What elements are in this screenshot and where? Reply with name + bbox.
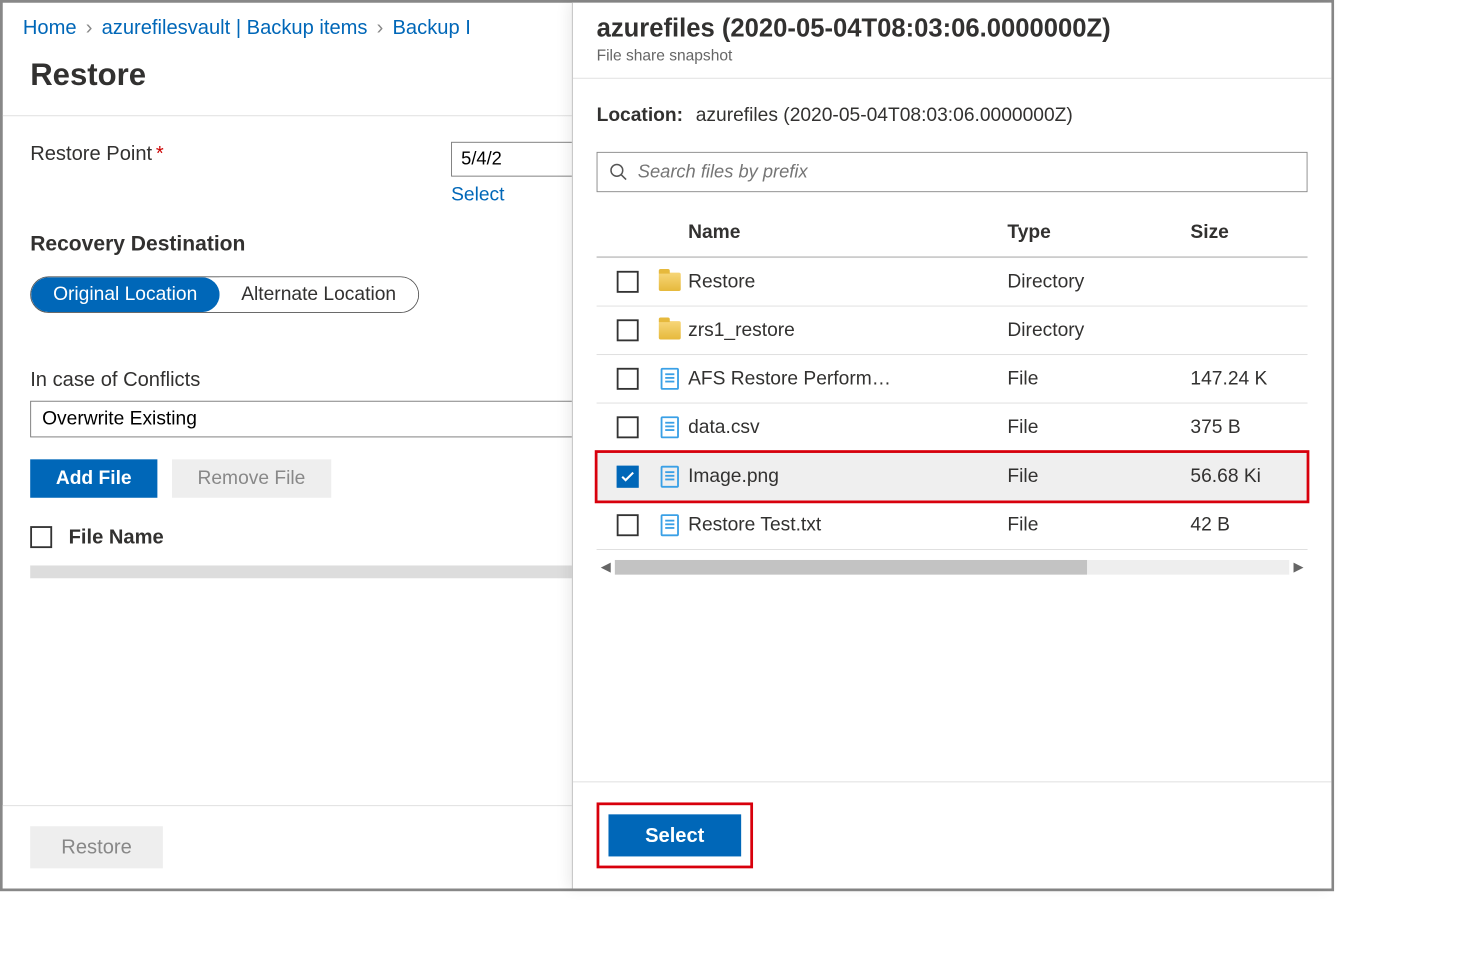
- file-name: AFS Restore Perform…: [688, 368, 1007, 390]
- file-type: File: [1007, 514, 1190, 536]
- remove-file-button: Remove File: [172, 459, 331, 497]
- file-icon: [661, 416, 679, 438]
- restore-point-label: Restore Point*: [30, 142, 451, 166]
- file-size: 147.24 K: [1190, 368, 1300, 390]
- pill-alternate-location[interactable]: Alternate Location: [219, 277, 418, 312]
- file-icon: [661, 514, 679, 536]
- file-table-header: Name Type Size: [597, 209, 1308, 258]
- file-name: Restore: [688, 271, 1007, 293]
- file-size: 42 B: [1190, 514, 1300, 536]
- scroll-left-icon[interactable]: ◀: [597, 559, 615, 575]
- chevron-right-icon: ›: [377, 16, 384, 40]
- file-size: 56.68 Ki: [1190, 466, 1300, 488]
- file-name-column-header: File Name: [69, 525, 164, 549]
- select-all-files-checkbox[interactable]: [30, 526, 52, 548]
- search-icon: [608, 162, 628, 182]
- chevron-right-icon: ›: [86, 16, 93, 40]
- search-input-wrapper[interactable]: [597, 152, 1308, 192]
- file-icon: [661, 466, 679, 488]
- add-file-button[interactable]: Add File: [30, 459, 157, 497]
- file-size: 375 B: [1190, 416, 1300, 438]
- file-type: File: [1007, 368, 1190, 390]
- row-checkbox[interactable]: [617, 368, 639, 390]
- file-type: File: [1007, 466, 1190, 488]
- file-name: Restore Test.txt: [688, 514, 1007, 536]
- row-checkbox[interactable]: [617, 319, 639, 341]
- breadcrumb-backup-items[interactable]: Backup I: [393, 16, 471, 40]
- file-type: File: [1007, 416, 1190, 438]
- breadcrumb-home[interactable]: Home: [23, 16, 77, 40]
- table-row[interactable]: data.csvFile375 B: [597, 404, 1308, 452]
- row-checkbox[interactable]: [617, 271, 639, 293]
- table-row[interactable]: Image.pngFile56.68 Ki: [597, 452, 1308, 501]
- table-row[interactable]: zrs1_restoreDirectory: [597, 307, 1308, 355]
- location-value: azurefiles (2020-05-04T08:03:06.0000000Z…: [696, 104, 1073, 125]
- table-row[interactable]: AFS Restore Perform…File147.24 K: [597, 355, 1308, 403]
- folder-icon: [659, 321, 681, 339]
- pill-original-location[interactable]: Original Location: [31, 277, 219, 312]
- scroll-right-icon[interactable]: ▶: [1289, 559, 1307, 575]
- search-input[interactable]: [638, 161, 1296, 182]
- breadcrumb-vault[interactable]: azurefilesvault | Backup items: [102, 16, 368, 40]
- select-button-highlight: Select: [597, 802, 753, 868]
- row-checkbox[interactable]: [617, 466, 639, 488]
- file-name: zrs1_restore: [688, 319, 1007, 341]
- file-type: Directory: [1007, 271, 1190, 293]
- row-checkbox[interactable]: [617, 416, 639, 438]
- horizontal-scrollbar[interactable]: ◀ ▶: [597, 559, 1308, 575]
- file-picker-panel: azurefiles (2020-05-04T08:03:06.0000000Z…: [572, 3, 1331, 889]
- location-row: Location: azurefiles (2020-05-04T08:03:0…: [597, 104, 1308, 126]
- row-checkbox[interactable]: [617, 514, 639, 536]
- file-type: Directory: [1007, 319, 1190, 341]
- folder-icon: [659, 273, 681, 291]
- flyout-title: azurefiles (2020-05-04T08:03:06.0000000Z…: [597, 14, 1308, 43]
- file-icon: [661, 368, 679, 390]
- table-row[interactable]: Restore Test.txtFile42 B: [597, 501, 1308, 549]
- table-row[interactable]: RestoreDirectory: [597, 258, 1308, 306]
- restore-button: Restore: [30, 826, 163, 868]
- file-name: data.csv: [688, 416, 1007, 438]
- select-restore-point-link[interactable]: Select: [451, 184, 504, 206]
- select-button[interactable]: Select: [608, 814, 741, 856]
- recovery-destination-toggle[interactable]: Original Location Alternate Location: [30, 276, 419, 313]
- flyout-subtitle: File share snapshot: [597, 47, 1308, 65]
- file-name: Image.png: [688, 466, 1007, 488]
